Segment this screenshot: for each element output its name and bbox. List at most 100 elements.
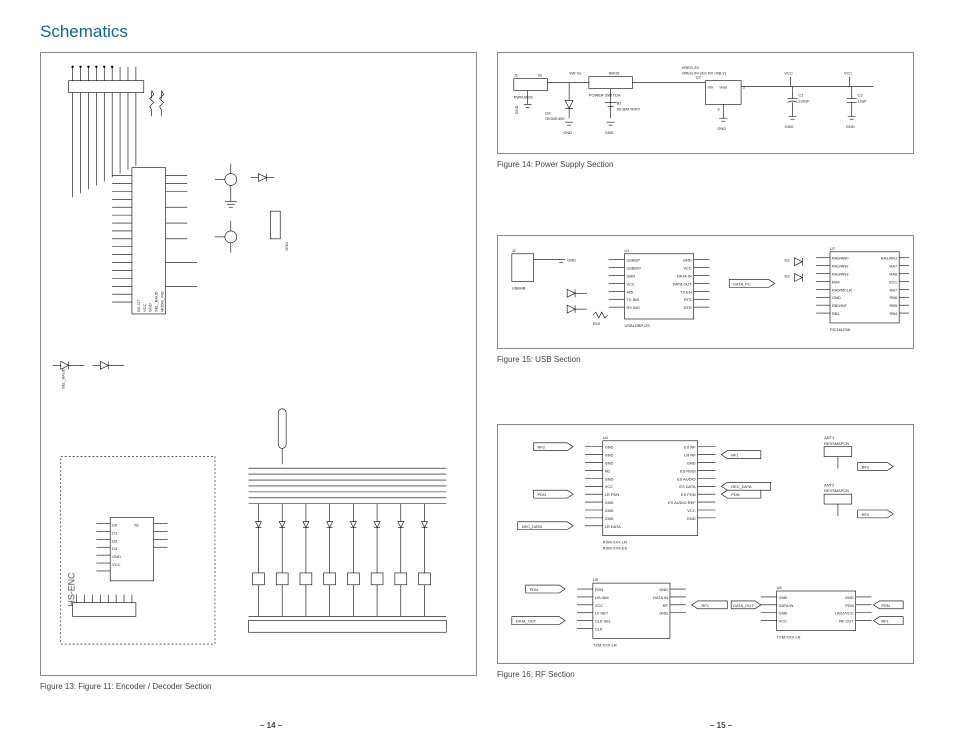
hs-enc-label: HS-ENC <box>67 572 77 607</box>
svg-text:RF1: RF1 <box>881 619 888 624</box>
svg-text:U2: U2 <box>696 75 701 80</box>
svg-text:GND: GND <box>605 476 614 481</box>
svg-text:Vin: Vin <box>707 85 713 90</box>
svg-text:Vs: Vs <box>537 73 542 78</box>
svg-text:RA1/AN1: RA1/AN1 <box>881 256 897 261</box>
svg-text:RB7: RB7 <box>889 287 897 292</box>
svg-text:B1: B1 <box>617 100 622 105</box>
svg-text:USBDM: USBDM <box>626 266 640 271</box>
fig15-schematic: J2 USBHB GND U1 USBD <box>497 235 914 349</box>
svg-text:NC: NC <box>605 468 611 473</box>
svg-text:CLK: CLK <box>595 627 603 632</box>
svg-text:POWER SWITCH: POWER SWITCH <box>589 92 621 97</box>
svg-text:VCC: VCC <box>605 484 613 489</box>
svg-text:RXM-XXX-ES: RXM-XXX-ES <box>603 546 628 551</box>
svg-text:DATA IN: DATA IN <box>677 274 692 279</box>
svg-text:RB0/INT: RB0/INT <box>832 303 848 308</box>
svg-text:RTS: RTS <box>684 297 692 302</box>
svg-text:DEC_DATA: DEC_DATA <box>522 524 543 529</box>
svg-text:VCC: VCC <box>687 508 695 513</box>
svg-text:DEC_DATA: DEC_DATA <box>731 484 752 489</box>
svg-text:GND: GND <box>605 461 614 466</box>
svg-text:GND: GND <box>779 611 788 616</box>
svg-text:U5: U5 <box>593 577 599 582</box>
svg-text:GND: GND <box>605 453 614 458</box>
svg-text:GND: GND <box>779 595 788 600</box>
svg-text:RX IND: RX IND <box>626 305 640 310</box>
svg-text:VCC: VCC <box>142 304 147 312</box>
svg-text:D2: D2 <box>112 538 117 543</box>
svg-text:REVSMAPCB: REVSMAPCB <box>824 441 849 446</box>
svg-text:2: 2 <box>743 85 745 90</box>
svg-text:RF: RF <box>663 603 669 608</box>
svg-text:SW Vs: SW Vs <box>569 71 581 76</box>
svg-text:485: 485 <box>626 289 633 294</box>
svg-text:PDN: PDN <box>537 492 545 497</box>
svg-text:GND: GND <box>605 130 614 135</box>
svg-text:VCC: VCC <box>889 279 897 284</box>
svg-text:TXM-XXX-LR: TXM-XXX-LR <box>593 642 617 647</box>
svg-text:RF OUT: RF OUT <box>839 619 854 624</box>
svg-text:VCC: VCC <box>779 619 787 624</box>
svg-text:J2: J2 <box>512 248 516 253</box>
svg-text:LV DET: LV DET <box>595 611 609 616</box>
svg-text:PDN: PDN <box>595 587 603 592</box>
svg-text:9V BATTERY: 9V BATTERY <box>617 106 641 111</box>
svg-text:GND: GND <box>284 242 289 251</box>
svg-text:10uF: 10uF <box>858 98 868 103</box>
svg-text:RB5: RB5 <box>889 303 897 308</box>
fig14-caption: Figure 14: Power Supply Section <box>497 160 914 169</box>
svg-text:RA6: RA6 <box>889 272 897 277</box>
svg-text:D3: D3 <box>784 274 790 279</box>
svg-text:TX IND: TX IND <box>626 297 639 302</box>
svg-text:ES AUDIO REF: ES AUDIO REF <box>668 500 696 505</box>
svg-text:RA0/AN0: RA0/AN0 <box>832 256 849 261</box>
svg-text:DIODE400: DIODE400 <box>545 116 565 121</box>
svg-text:ES RSSI: ES RSSI <box>680 468 696 473</box>
svg-text:GND: GND <box>683 258 692 263</box>
svg-text:D2: D2 <box>784 258 789 263</box>
svg-text:GND: GND <box>605 516 614 521</box>
svg-text:D3: D3 <box>112 546 118 551</box>
svg-text:DATA OUT: DATA OUT <box>673 281 693 286</box>
fig13-schematic: D0..D7 VCC GND SEL_BAUD MODE_IND <box>40 52 477 676</box>
svg-text:GND: GND <box>605 445 614 450</box>
svg-text:ES RF: ES RF <box>684 445 696 450</box>
fig16-caption: Figure 16: RF Section <box>497 670 914 679</box>
svg-text:GND: GND <box>687 516 696 521</box>
svg-text:U4: U4 <box>603 435 609 440</box>
svg-text:ES DATA: ES DATA <box>679 484 696 489</box>
svg-text:220uF: 220uF <box>798 98 810 103</box>
svg-text:LADJ/VCC: LADJ/VCC <box>835 611 854 616</box>
svg-text:GND: GND <box>605 500 614 505</box>
svg-text:U7: U7 <box>830 246 835 251</box>
svg-text:VCC: VCC <box>112 562 120 567</box>
svg-text:RB4: RB4 <box>889 311 897 316</box>
svg-text:USBHB: USBHB <box>512 285 526 290</box>
svg-text:VCC: VCC <box>683 266 691 271</box>
svg-text:USBI-DBP-DS: USBI-DBP-DS <box>624 323 650 328</box>
svg-text:LR RF: LR RF <box>684 453 696 458</box>
svg-text:GND: GND <box>148 303 153 312</box>
svg-text:VCC: VCC <box>844 71 852 76</box>
svg-text:VREG-5V (ES RX ONLY): VREG-5V (ES RX ONLY) <box>682 71 727 76</box>
svg-text:GND: GND <box>717 126 726 131</box>
svg-text:RA2/AN2: RA2/AN2 <box>832 264 848 269</box>
svg-text:ANT1: ANT1 <box>824 435 834 440</box>
svg-text:J1: J1 <box>514 73 518 78</box>
fig13-caption: Figure 13: Figure 11: Encoder / Decoder … <box>40 682 477 691</box>
svg-text:3: 3 <box>717 106 720 111</box>
svg-text:RA3/AN3: RA3/AN3 <box>832 272 849 277</box>
svg-text:MODE_IND: MODE_IND <box>160 291 165 312</box>
svg-text:RXM-XXX-LR: RXM-XXX-LR <box>603 540 627 545</box>
svg-text:GND: GND <box>832 295 841 300</box>
svg-text:PDN: PDN <box>845 603 853 608</box>
svg-text:RA7: RA7 <box>889 264 897 269</box>
svg-text:ES PDN: ES PDN <box>681 492 696 497</box>
svg-text:C2: C2 <box>858 92 863 97</box>
svg-text:GND: GND <box>112 554 121 559</box>
fig15-caption: Figure 15: USB Section <box>497 355 914 364</box>
svg-text:GND: GND <box>687 461 696 466</box>
svg-text:LR DATA: LR DATA <box>605 524 621 529</box>
fig14-schematic: J1 Vs PWRJACK SW Vs SW15 POWER SWITCH VR… <box>497 52 914 154</box>
